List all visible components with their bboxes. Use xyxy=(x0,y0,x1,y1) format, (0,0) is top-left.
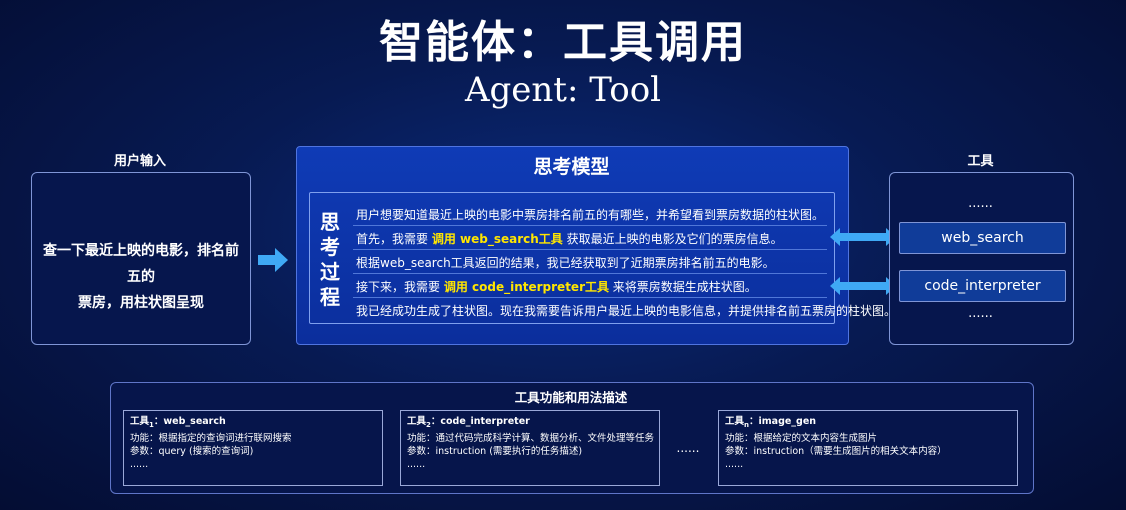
thinking-process-label: 思 考 过 程 xyxy=(317,210,343,310)
process-char: 思 xyxy=(320,210,340,234)
card-heading: 工具n：image_gen xyxy=(725,416,817,429)
card-function: 功能：根据指定的查询词进行联网搜索 xyxy=(130,432,292,444)
step-divider xyxy=(353,297,827,298)
tool-card-web-search: 工具1：web_search 功能：根据指定的查询词进行联网搜索 参数：quer… xyxy=(123,410,383,486)
user-input-label: 用户输入 xyxy=(113,154,166,169)
tool-descriptions-title: 工具功能和用法描述 xyxy=(514,390,628,405)
process-char: 过 xyxy=(320,260,340,284)
user-query-text: 查一下最近上映的电影，排名前五的 票房，用柱状图呈现 xyxy=(38,238,244,316)
thinking-model-title: 思考模型 xyxy=(533,156,610,178)
thinking-step-4: 接下来，我需要 调用 code_interpreter工具 来将票房数据生成柱状… xyxy=(356,280,757,294)
tools-more-top: ...... xyxy=(968,196,993,211)
tools-more-bottom: ...... xyxy=(968,306,993,321)
card-heading: 工具2：code_interpreter xyxy=(407,416,530,429)
card-more: ...... xyxy=(130,458,149,470)
tool-code-interpreter: code_interpreter xyxy=(899,270,1066,302)
step-divider xyxy=(353,273,827,274)
cards-ellipsis: ...... xyxy=(676,441,700,455)
card-param: 参数：instruction (需要执行的任务描述) xyxy=(407,445,583,457)
card-function: 功能：根据给定的文本内容生成图片 xyxy=(725,432,878,444)
bidirectional-arrow-icon xyxy=(830,277,896,295)
card-param: 参数：query (搜索的查询词) xyxy=(130,445,254,457)
page-subtitle: Agent: Tool xyxy=(464,70,662,110)
card-param: 参数：instruction（需要生成图片的相关文本内容） xyxy=(725,445,947,457)
user-query-line-2: 票房，用柱状图呈现 xyxy=(78,295,204,311)
tool-web-search: web_search xyxy=(899,222,1066,254)
thinking-step-5: 我已经成功生成了柱状图。现在我需要告诉用户最近上映的电影信息，并提供排名前五票房… xyxy=(356,304,897,318)
card-function: 功能：通过代码完成科学计算、数据分析、文件处理等任务 xyxy=(407,432,655,444)
tools-label: 工具 xyxy=(967,154,994,169)
card-more: ...... xyxy=(407,458,426,470)
card-more: ...... xyxy=(725,458,744,470)
process-char: 程 xyxy=(320,285,340,309)
thinking-step-3: 根据web_search工具返回的结果，我已经获取到了近期票房排名前五的电影。 xyxy=(356,256,775,270)
step-divider xyxy=(353,249,827,250)
user-query-line-1: 查一下最近上映的电影，排名前五的 xyxy=(43,243,239,285)
tool-card-image-gen: 工具n：image_gen 功能：根据给定的文本内容生成图片 参数：instru… xyxy=(718,410,1018,486)
step-divider xyxy=(353,225,827,226)
tool-card-code-interpreter: 工具2：code_interpreter 功能：通过代码完成科学计算、数据分析、… xyxy=(400,410,660,486)
thinking-step-1: 用户想要知道最近上映的电影中票房排名前五的有哪些，并希望看到票房数据的柱状图。 xyxy=(356,208,825,222)
card-heading: 工具1：web_search xyxy=(130,416,226,429)
arrow-right-icon xyxy=(258,248,288,272)
bidirectional-arrow-icon xyxy=(830,228,896,246)
process-char: 考 xyxy=(320,235,340,259)
page-title: 智能体：工具调用 xyxy=(379,17,747,68)
thinking-step-2: 首先，我需要 调用 web_search工具 获取最近上映的电影及它们的票房信息… xyxy=(356,232,783,246)
